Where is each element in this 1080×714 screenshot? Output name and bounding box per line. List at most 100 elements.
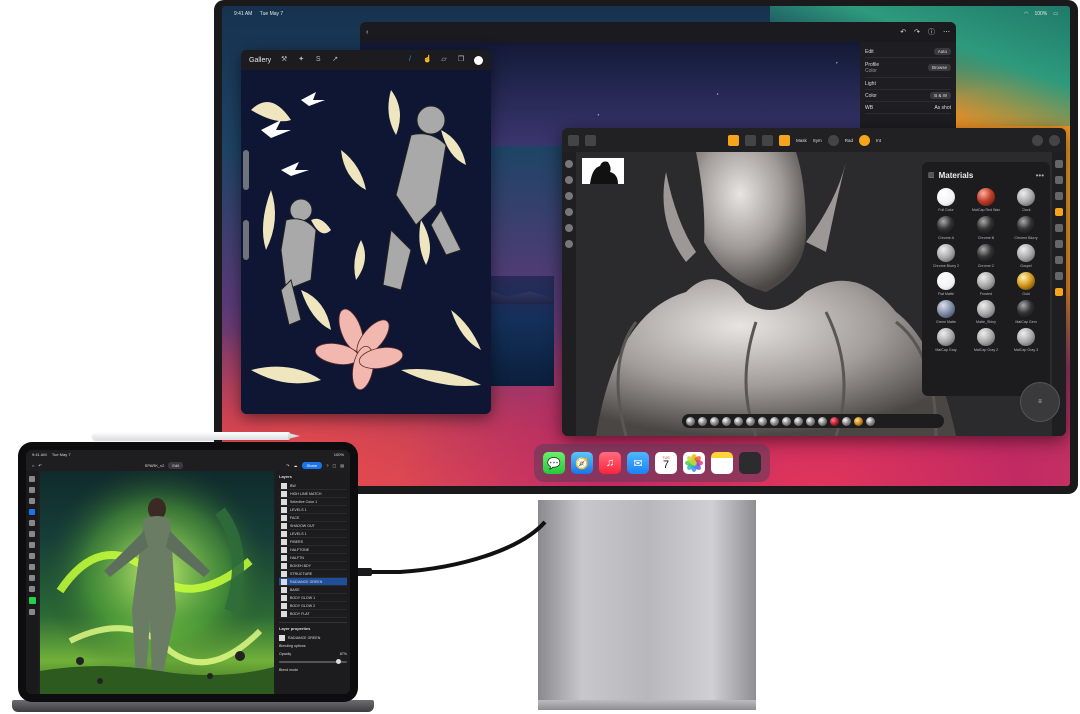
calendar-app-icon[interactable]: TUE 7 — [655, 452, 677, 474]
notes-app-icon[interactable] — [711, 452, 733, 474]
music-app-icon[interactable]: ♫ — [599, 452, 621, 474]
shape-tool-icon[interactable] — [29, 586, 35, 592]
opacity-value[interactable]: 87% — [340, 652, 347, 656]
material-item[interactable]: Clock — [1008, 188, 1044, 212]
layer-row[interactable]: Selective Color 1 — [279, 498, 347, 506]
info-icon[interactable]: ⓘ — [928, 27, 935, 37]
layer-row[interactable]: BODY GLOW 1 — [279, 594, 347, 602]
shelf-material[interactable] — [758, 416, 767, 426]
material-item[interactable]: Matte_Shiny — [968, 300, 1004, 324]
layer-row[interactable]: HALFTN — [279, 554, 347, 562]
wrench-icon[interactable]: ⚒ — [280, 56, 288, 64]
material-item[interactable]: Gold — [1008, 272, 1044, 296]
material-item[interactable]: Green Matte — [928, 300, 964, 324]
astronaut-illustration[interactable] — [241, 70, 491, 414]
shelf-material[interactable] — [746, 416, 755, 426]
crop-tool-icon[interactable] — [29, 564, 35, 570]
render-tool-icon[interactable] — [1055, 256, 1063, 264]
cloud-icon[interactable]: ☁ — [294, 463, 298, 468]
material-item[interactable]: Chrome Blurry 2 — [928, 244, 964, 268]
browse-button[interactable]: Browse — [927, 64, 951, 71]
layer-row[interactable]: STRUCTURE — [279, 570, 347, 578]
settings-icon[interactable] — [1049, 134, 1060, 146]
clone-tool-icon[interactable] — [29, 542, 35, 548]
tool-size-icon[interactable] — [565, 160, 573, 168]
history-icon[interactable] — [1032, 134, 1043, 146]
navigation-gizmo[interactable]: ≡ — [1020, 382, 1060, 422]
redo-icon[interactable]: ↷ — [914, 28, 920, 36]
photos-app-icon[interactable] — [683, 452, 705, 474]
sidebar-icon[interactable]: ▥ — [928, 171, 935, 179]
move-tool-icon[interactable] — [728, 134, 739, 146]
type-tool-icon[interactable] — [29, 553, 35, 559]
select-tool-icon[interactable] — [29, 487, 35, 493]
shelf-material[interactable] — [698, 416, 707, 426]
shelf-material[interactable] — [806, 416, 815, 426]
topology-tool-icon[interactable] — [1055, 192, 1063, 200]
tool-color-icon[interactable] — [565, 192, 573, 200]
brush-icon[interactable]: / — [406, 56, 414, 64]
redo-icon[interactable] — [565, 240, 573, 248]
reference-thumbnail[interactable] — [582, 158, 624, 184]
layer-row[interactable]: HIGH LINE MATCH — [279, 490, 347, 498]
file-icon[interactable] — [585, 134, 596, 146]
material-item[interactable]: Chrome B — [968, 216, 1004, 240]
material-item[interactable]: Full Color — [928, 188, 964, 212]
brush-size-slider[interactable] — [243, 150, 249, 190]
material-item[interactable]: Gospel — [1008, 244, 1044, 268]
material-item[interactable]: Chrome C — [968, 244, 1004, 268]
help-icon[interactable]: ? — [326, 463, 328, 468]
move-tool-icon[interactable] — [29, 476, 35, 482]
shelf-material[interactable] — [794, 416, 803, 426]
shelf-material[interactable] — [866, 416, 875, 426]
photo-composite-canvas[interactable] — [40, 471, 274, 694]
blending-options-row[interactable]: Blending options — [279, 642, 347, 650]
transform-icon[interactable]: ↗ — [331, 56, 339, 64]
color-mode-button[interactable]: B & W — [930, 92, 951, 99]
paint-tool-icon[interactable] — [1055, 272, 1063, 280]
layer-row[interactable]: FACE — [279, 514, 347, 522]
home-icon[interactable]: ⌂ — [32, 463, 34, 468]
tool-mask-icon[interactable] — [565, 208, 573, 216]
shelf-material[interactable] — [818, 416, 827, 426]
more-tools-icon[interactable] — [29, 609, 35, 615]
mirror-tool-icon[interactable] — [1055, 224, 1063, 232]
opacity-slider[interactable] — [279, 659, 347, 664]
layer-row[interactable]: BASE — [279, 586, 347, 594]
material-item[interactable]: MatCap Red Wax — [968, 188, 1004, 212]
brush-size-sidebar[interactable] — [243, 150, 251, 310]
back-icon[interactable]: ‹ — [366, 29, 368, 36]
wb-row[interactable]: WB As shot — [865, 102, 951, 114]
props-layer-row[interactable]: RADIANCE GREEN — [279, 634, 347, 642]
material-item[interactable]: MatCap Gray 2 — [968, 328, 1004, 352]
auto-button[interactable]: Auto — [933, 48, 951, 55]
color-picker-button[interactable] — [474, 55, 483, 65]
redo-icon[interactable]: ↷ — [286, 463, 289, 468]
undo-icon[interactable] — [565, 224, 573, 232]
material-item[interactable]: Flat Matte — [928, 272, 964, 296]
panels-icon[interactable]: ▤ — [340, 463, 344, 468]
more-icon[interactable]: ••• — [1036, 171, 1044, 180]
shelf-material[interactable] — [722, 416, 731, 426]
document-title[interactable]: SPARK_v2 — [145, 463, 165, 468]
share-button[interactable]: Share — [301, 461, 323, 469]
shelf-material[interactable] — [686, 416, 695, 426]
material-shelf[interactable] — [682, 414, 944, 428]
material-item[interactable]: MatCap Gray 3 — [1008, 328, 1044, 352]
eraser-icon[interactable]: ▱ — [440, 56, 448, 64]
mail-app-icon[interactable]: ✉ — [627, 452, 649, 474]
shelf-material[interactable] — [710, 416, 719, 426]
shelf-material[interactable] — [782, 416, 791, 426]
procreate-window[interactable]: Gallery ⚒ ✦ S ↗ / ☝ ▱ ❐ — [241, 50, 491, 414]
more-icon[interactable]: ⋯ — [943, 28, 950, 36]
intensity-dial-icon[interactable] — [859, 134, 871, 146]
home-icon[interactable] — [568, 134, 579, 146]
shelf-material[interactable] — [842, 416, 851, 426]
magic-wand-icon[interactable]: ✦ — [297, 56, 305, 64]
layer-row[interactable]: FIBERS — [279, 538, 347, 546]
app-library-icon[interactable] — [739, 452, 761, 474]
messages-app-icon[interactable]: 💬 — [543, 452, 565, 474]
materials-tool-icon[interactable] — [1055, 160, 1063, 168]
fill-tool-icon[interactable] — [29, 531, 35, 537]
layers-icon[interactable]: ❐ — [457, 56, 465, 64]
